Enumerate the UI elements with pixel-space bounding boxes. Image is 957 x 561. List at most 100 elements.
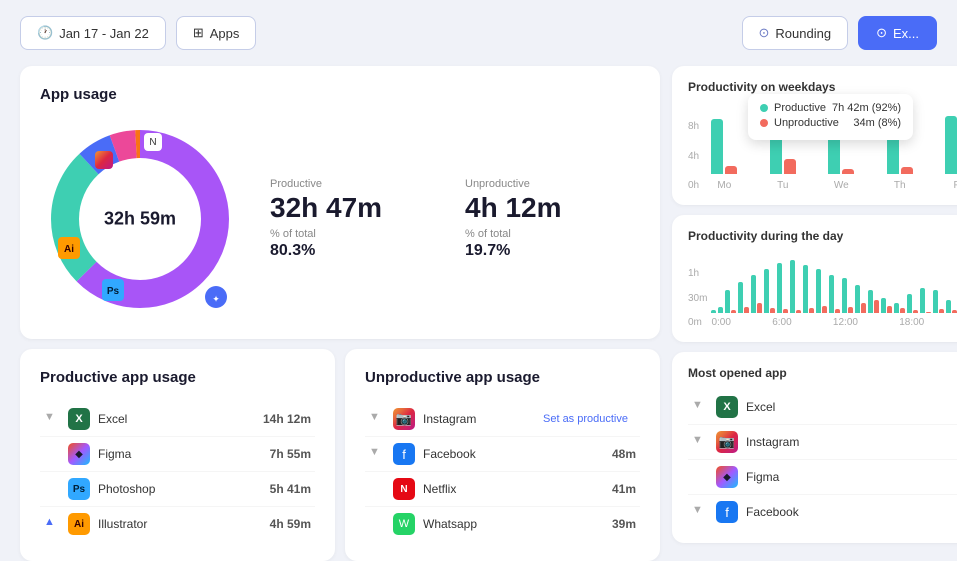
instagram-icon: 📷 [393,408,415,430]
unproductive-bar [913,310,918,313]
day-bar-group [920,253,931,313]
day-bars [709,253,957,313]
chevron-up-icon[interactable]: ▲ [44,516,60,532]
day-bar-group [881,253,892,313]
donut-center: 32h 59m [104,209,176,230]
chevron-down-icon[interactable]: ▼ [692,504,708,520]
app-name: Excel [746,400,957,414]
productive-pct-label: % of total [270,228,445,240]
day-y-axis: 1h 30m 0m [688,268,707,328]
chart-tooltip: Productive 7h 42m (92%) Unproductive 34m… [748,94,913,140]
total-time: 32h 59m [104,209,176,230]
rounding-icon: ⊙ [759,25,770,41]
unproductive-bar [725,166,737,174]
x-label-6: 6:00 [772,317,791,328]
header-right: ⊙ Rounding ⊙ Ex... [742,16,937,50]
chevron-down-icon[interactable]: ▼ [692,434,708,450]
unproductive-bar [901,167,913,174]
chevron-down-icon[interactable]: ▼ [692,399,708,415]
y-label-8h: 8h [688,121,699,132]
unproductive-bar [731,310,736,313]
day-label-tu: Tu [777,180,788,191]
unproductive-bar [952,310,957,313]
whatsapp-icon: W [393,513,415,535]
export-icon: ⊙ [876,25,887,41]
app-time: 5h 41m [270,482,311,496]
day-bar-group [803,253,814,313]
export-button[interactable]: ⊙ Ex... [858,16,937,50]
day-label-fr: Fr [954,180,957,191]
app-name: Illustrator [98,517,262,531]
day-bar-group [711,253,716,313]
rounding-button[interactable]: ⊙ Rounding [742,16,849,50]
list-item: ▲ Ai Illustrator 4h 59m [40,507,315,541]
unproductive-bar [809,308,814,313]
header: 🕐 Jan 17 - Jan 22 ⊞ Apps ⊙ Rounding ⊙ Ex… [0,0,957,66]
list-item: ▼ X Excel 14h 12m [40,402,315,437]
productive-dot [760,104,768,112]
day-bar-group [790,253,801,313]
productive-apps-list: ▼ X Excel 14h 12m ▼ ◆ Figma 7h 55m ▼ Ps [40,402,315,541]
y-label-0h: 0h [688,180,699,191]
unproductive-bar [835,309,840,313]
svg-text:Ps: Ps [107,286,120,297]
chevron-down-icon[interactable]: ▼ [369,411,385,427]
date-range-label: Jan 17 - Jan 22 [59,26,149,41]
day-x-axis: 0:00 6:00 12:00 18:00 24: [709,317,957,328]
date-range-button[interactable]: 🕐 Jan 17 - Jan 22 [20,16,166,50]
app-usage-content: N Ai Ps ✦ [40,119,640,319]
unproductive-pct-label: % of total [465,228,640,240]
tooltip-unproductive-value: 34m (8%) [853,117,901,129]
svg-text:Ai: Ai [64,244,74,255]
unproductive-bar [842,169,854,174]
list-item: ▼ 📷 Instagram Set as productive [365,402,640,437]
day-label-mo: Mo [717,180,731,191]
bar-group-mo: Mo [703,104,745,191]
chevron-down-icon[interactable]: ▼ [369,446,385,462]
unproductive-apps-list: ▼ 📷 Instagram Set as productive ▼ f Face… [365,402,640,541]
unproductive-dot [760,119,768,127]
chevron-down-icon[interactable]: ▼ [44,411,60,427]
unproductive-bar [874,300,879,313]
tooltip-productive-label: Productive [774,102,826,114]
excel-icon: X [68,408,90,430]
unproductive-bar [861,303,866,313]
productive-bar [764,269,769,313]
set-productive-button[interactable]: Set as productive [543,413,628,425]
svg-text:✦: ✦ [212,294,220,304]
y-axis-labels: 8h 4h 0h [688,121,699,191]
figma-icon: ◆ [716,466,738,488]
unproductive-bar [796,310,801,313]
app-name: Figma [746,470,957,484]
unproductive-bar [783,309,788,313]
list-item: ▼ W Whatsapp 39m [365,507,640,541]
app-name: Instagram [746,435,957,449]
productive-bar [711,310,716,313]
unproductive-bar [900,308,905,313]
apps-button[interactable]: ⊞ Apps [176,16,257,50]
y-label-1h: 1h [688,268,707,279]
tooltip-productive-row: Productive 7h 42m (92%) [760,102,901,114]
day-label-we: We [834,180,849,191]
header-left: 🕐 Jan 17 - Jan 22 ⊞ Apps [20,16,732,50]
productive-bar [816,269,821,313]
rounding-label: Rounding [775,26,831,41]
day-bar-group [907,253,918,313]
productive-stat: Productive 32h 47m % of total 80.3% [270,178,445,260]
productive-bar [855,285,860,313]
productive-bar [751,275,756,313]
unproductive-bar [887,306,892,313]
productive-bar [907,294,912,313]
bottom-row: Productive app usage ▼ X Excel 14h 12m ▼… [20,349,660,561]
list-item: ▼ X Excel [688,390,957,425]
unproductive-stat: Unproductive 4h 12m % of total 19.7% [465,178,640,260]
right-panel: Productivity on weekdays Productive 7h 4… [672,66,957,561]
most-opened-list: ▼ X Excel ▼ 📷 Instagram ▼ ◆ Figma ▼ f [688,390,957,529]
productive-label: Productive [270,178,445,190]
grid-icon: ⊞ [193,25,204,41]
unproductive-label: Unproductive [465,178,640,190]
app-name: Photoshop [98,482,262,496]
x-label-12: 12:00 [833,317,858,328]
unproductive-value: 4h 12m [465,194,640,222]
productive-pct: 80.3% [270,242,445,260]
